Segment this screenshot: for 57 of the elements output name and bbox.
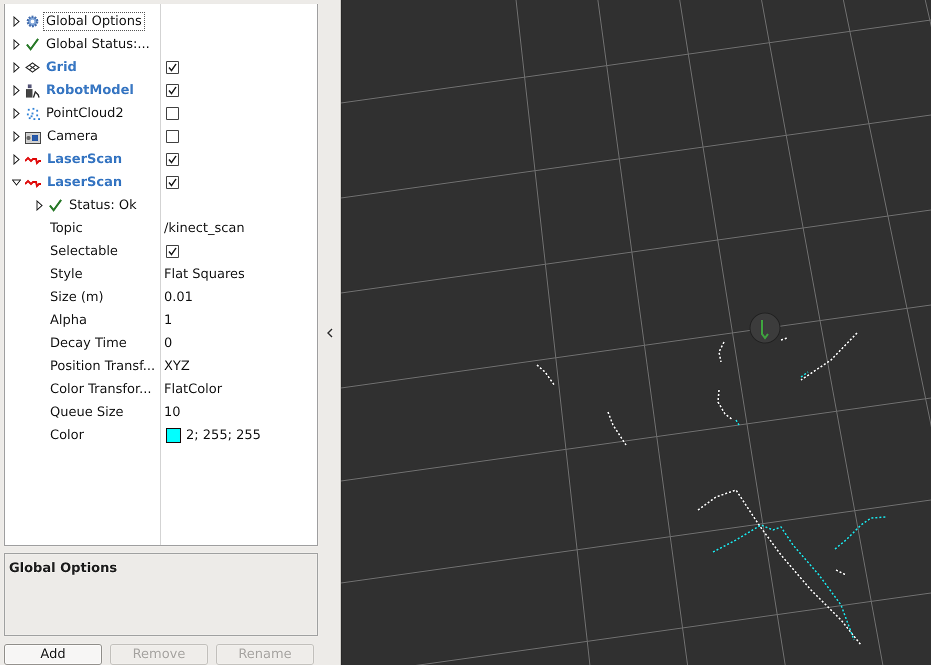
expand-triangle-icon[interactable] xyxy=(35,200,44,211)
display-name[interactable]: LaserScan xyxy=(45,151,124,168)
gear-icon xyxy=(25,14,40,29)
display-name[interactable]: Grid xyxy=(44,59,79,76)
property-name: Topic xyxy=(49,220,84,237)
property-value: 10 xyxy=(163,405,181,420)
expand-triangle-icon[interactable] xyxy=(12,16,21,27)
display-name[interactable]: PointCloud2 xyxy=(44,105,126,122)
expand-triangle-icon[interactable] xyxy=(12,62,21,73)
property-value: XYZ xyxy=(163,359,190,374)
property-value: 1 xyxy=(163,313,172,328)
property-value: FlatColor xyxy=(163,382,222,397)
property-value: 2; 255; 255 xyxy=(186,428,261,443)
grid-icon xyxy=(25,62,40,73)
display-name[interactable]: Global Options xyxy=(44,13,144,30)
color-swatch[interactable] xyxy=(166,428,181,443)
collapse-triangle-icon[interactable] xyxy=(12,177,21,188)
property-name: Selectable xyxy=(49,243,119,260)
point-cloud-icon xyxy=(25,106,40,121)
property-value: 0.01 xyxy=(163,290,193,305)
display-name[interactable]: Camera xyxy=(45,128,100,145)
property-name: Color xyxy=(49,427,85,444)
display-checkbox[interactable] xyxy=(166,84,179,97)
property-name: Queue Size xyxy=(49,404,125,421)
display-checkbox[interactable] xyxy=(166,153,179,166)
display-name[interactable]: Global Status:... xyxy=(44,36,152,53)
display-checkbox[interactable] xyxy=(166,61,179,74)
laser-scan-icon xyxy=(25,178,41,188)
property-value: Flat Squares xyxy=(163,267,245,282)
display-checkbox[interactable] xyxy=(166,107,179,120)
display-checkbox[interactable] xyxy=(166,130,179,143)
property-name: Position Transf... xyxy=(49,358,156,375)
property-name: Style xyxy=(49,266,84,283)
property-value: 0 xyxy=(163,336,172,351)
robot-icon xyxy=(25,82,40,98)
check-icon xyxy=(25,37,40,52)
expand-triangle-icon[interactable] xyxy=(12,131,21,142)
display-name[interactable]: LaserScan xyxy=(45,174,124,191)
expand-triangle-icon[interactable] xyxy=(12,154,21,165)
check-icon xyxy=(48,198,63,213)
laser-scan-icon xyxy=(25,154,41,164)
property-checkbox[interactable] xyxy=(166,245,179,258)
property-name: Decay Time xyxy=(49,335,128,352)
panel-button[interactable]: Add xyxy=(4,644,102,665)
description-title: Global Options xyxy=(9,561,118,576)
camera-icon xyxy=(25,130,41,144)
display-checkbox[interactable] xyxy=(166,176,179,189)
display-name[interactable]: RobotModel xyxy=(44,82,136,99)
property-value: /kinect_scan xyxy=(163,221,245,236)
expand-triangle-icon[interactable] xyxy=(12,85,21,96)
property-name: Status: Ok xyxy=(68,197,138,214)
property-name: Alpha xyxy=(49,312,88,329)
expand-triangle-icon[interactable] xyxy=(12,108,21,119)
collapse-chevron-icon[interactable] xyxy=(327,328,333,338)
property-name: Size (m) xyxy=(49,289,105,306)
expand-triangle-icon[interactable] xyxy=(12,39,21,50)
property-name: Color Transfor... xyxy=(49,381,153,398)
